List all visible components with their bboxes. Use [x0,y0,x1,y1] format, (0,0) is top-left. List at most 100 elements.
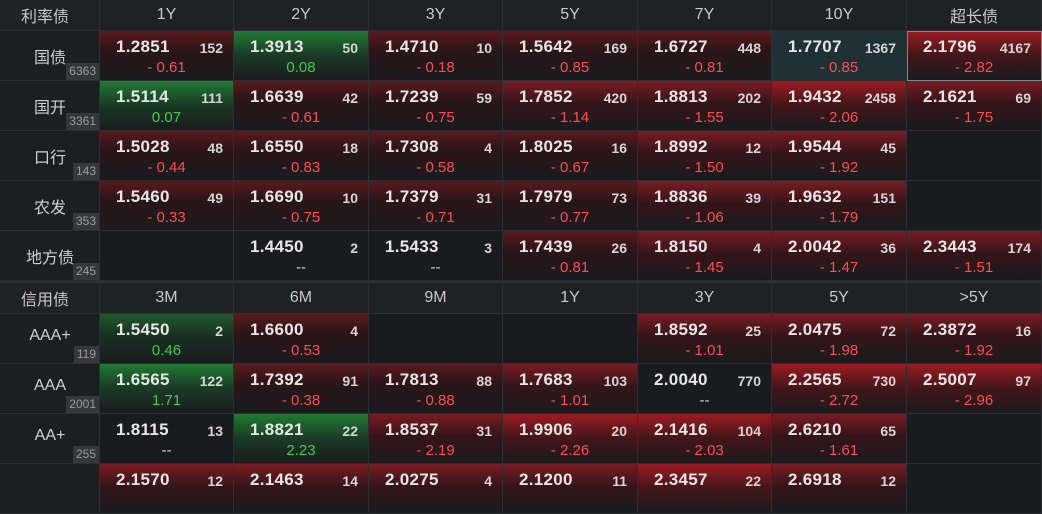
quote-cell[interactable]: 2.0040 770 -- [638,364,772,414]
quote-cell[interactable]: 1.6565 122 1.71 [100,364,234,414]
quote-cell[interactable]: 1.4710 10 - 0.18 [369,31,503,81]
quote-cell[interactable]: 2.1621 69 - 1.75 [907,81,1042,131]
quote-cell[interactable]: 1.8813 202 - 1.55 [638,81,772,131]
quote-cell[interactable]: 1.8115 13 -- [100,414,234,464]
quote-cell[interactable]: 1.7852 420 - 1.14 [503,81,638,131]
quote-cell[interactable] [100,231,234,281]
row-label[interactable]: 国开 3361 [0,81,100,131]
quote-cell[interactable]: 2.1416 104 - 2.03 [638,414,772,464]
quote-cell[interactable]: 1.7707 1367 - 0.85 [772,31,907,81]
quote-cell[interactable]: 1.5028 48 - 0.44 [100,131,234,181]
tenor-header[interactable]: 1Y [503,283,638,314]
quote-cell[interactable]: 1.7308 4 - 0.58 [369,131,503,181]
quote-cell[interactable]: 1.6550 18 - 0.83 [234,131,369,181]
tenor-header[interactable]: 7Y [638,0,772,31]
row-label[interactable]: 农发 353 [0,181,100,231]
quote-cell[interactable]: 1.5433 3 -- [369,231,503,281]
row-label[interactable]: 口行 143 [0,131,100,181]
quote-cell[interactable]: 2.6918 12 [772,464,907,514]
trade-count: 122 [199,373,223,389]
rate-row: 口行 143 1.5028 48 - 0.44 1.6550 18 - 0.83 1.7308 4… [0,131,1042,181]
quote-cell[interactable]: 1.2851 152 - 0.61 [100,31,234,81]
quote-cell[interactable]: 2.6210 65 - 1.61 [772,414,907,464]
quote-cell[interactable] [907,131,1042,181]
quote-cell[interactable] [907,464,1042,514]
trade-count: 25 [745,323,761,339]
trade-count: 49 [207,190,223,206]
tenor-header[interactable]: 6M [234,283,369,314]
quote-cell[interactable]: 1.3913 50 0.08 [234,31,369,81]
quote-cell[interactable]: 1.7439 26 - 0.81 [503,231,638,281]
row-label[interactable]: AAA 2001 [0,364,100,414]
quote-cell[interactable] [907,414,1042,464]
quote-cell[interactable]: 2.1570 12 [100,464,234,514]
row-label[interactable]: AAA+ 119 [0,314,100,364]
row-label[interactable]: 国债 6363 [0,31,100,81]
quote-cell[interactable]: 1.6639 42 - 0.61 [234,81,369,131]
tenor-header[interactable]: 3M [100,283,234,314]
trade-count: 103 [603,373,627,389]
quote-cell[interactable]: 1.6690 10 - 0.75 [234,181,369,231]
quote-cell[interactable]: 2.1796 4167 - 2.82 [907,31,1042,81]
quote-cell[interactable]: 2.5007 97 - 2.96 [907,364,1042,414]
change-bp: - 0.33 [147,209,186,226]
tenor-header[interactable]: 9M [369,283,503,314]
tenor-header[interactable]: 5Y [503,0,638,31]
quote-cell[interactable]: 1.8592 25 - 1.01 [638,314,772,364]
quote-cell[interactable]: 2.3872 16 - 1.92 [907,314,1042,364]
quote-cell[interactable]: 1.8992 12 - 1.50 [638,131,772,181]
quote-cell[interactable]: 1.8025 16 - 0.67 [503,131,638,181]
quote-cell[interactable]: 2.0475 72 - 1.98 [772,314,907,364]
quote-cell[interactable]: 1.7379 31 - 0.71 [369,181,503,231]
tenor-header[interactable]: 1Y [100,0,234,31]
quote-cell[interactable]: 1.5450 2 0.46 [100,314,234,364]
quote-cell[interactable] [369,314,503,364]
quote-cell[interactable]: 1.9544 45 - 1.92 [772,131,907,181]
quote-cell[interactable]: 1.4450 2 -- [234,231,369,281]
quote-cell[interactable]: 1.9432 2458 - 2.06 [772,81,907,131]
quote-cell[interactable]: 2.3443 174 - 1.51 [907,231,1042,281]
row-count-badge: 3361 [66,113,99,130]
yield-value: 1.8836 [654,187,708,206]
quote-cell[interactable]: 2.0042 36 - 1.47 [772,231,907,281]
quote-cell[interactable]: 1.7239 59 - 0.75 [369,81,503,131]
row-label[interactable] [0,464,100,514]
quote-cell[interactable]: 1.8537 31 - 2.19 [369,414,503,464]
quote-cell[interactable]: 1.9906 20 - 2.26 [503,414,638,464]
quote-cell[interactable]: 2.0275 4 [369,464,503,514]
row-count-badge: 119 [73,346,99,363]
tenor-header[interactable]: 2Y [234,0,369,31]
tenor-header[interactable]: 3Y [369,0,503,31]
quote-cell[interactable] [503,314,638,364]
change-bp: - 0.75 [281,209,321,226]
tenor-header[interactable]: 10Y [772,0,907,31]
quote-cell[interactable]: 1.5460 49 - 0.33 [100,181,234,231]
quote-cell[interactable]: 1.8836 39 - 1.06 [638,181,772,231]
quote-cell[interactable]: 1.5642 169 - 0.85 [503,31,638,81]
quote-cell[interactable]: 1.7813 88 - 0.88 [369,364,503,414]
quote-cell[interactable]: 1.7392 91 - 0.38 [234,364,369,414]
tenor-header[interactable]: 3Y [638,283,772,314]
quote-cell[interactable]: 2.1463 14 [234,464,369,514]
row-label[interactable]: 地方债 245 [0,231,100,281]
quote-cell[interactable]: 2.1200 11 [503,464,638,514]
tenor-header[interactable]: 超长债 [907,0,1042,31]
quote-cell[interactable]: 1.7979 73 - 0.77 [503,181,638,231]
quote-cell[interactable] [907,181,1042,231]
tenor-header[interactable]: 5Y [772,283,907,314]
tenor-header[interactable]: >5Y [907,283,1042,314]
quote-cell[interactable]: 1.5114 111 0.07 [100,81,234,131]
quote-cell[interactable]: 1.8150 4 - 1.45 [638,231,772,281]
change-bp: - 2.19 [416,442,455,459]
trade-count: 420 [603,90,627,106]
quote-cell[interactable]: 1.6727 448 - 0.81 [638,31,772,81]
row-label[interactable]: AA+ 255 [0,414,100,464]
quote-cell[interactable]: 2.3457 22 [638,464,772,514]
quote-cell[interactable]: 1.6600 4 - 0.53 [234,314,369,364]
yield-value: 1.7683 [519,370,573,389]
quote-cell[interactable]: 1.8821 22 2.23 [234,414,369,464]
quote-cell[interactable]: 2.2565 730 - 2.72 [772,364,907,414]
quote-cell[interactable]: 1.7683 103 - 1.01 [503,364,638,414]
quote-cell[interactable]: 1.9632 151 - 1.79 [772,181,907,231]
credit-row: AAA+ 119 1.5450 2 0.46 1.6600 4 - 0.53 1.8592 25 -… [0,314,1042,364]
